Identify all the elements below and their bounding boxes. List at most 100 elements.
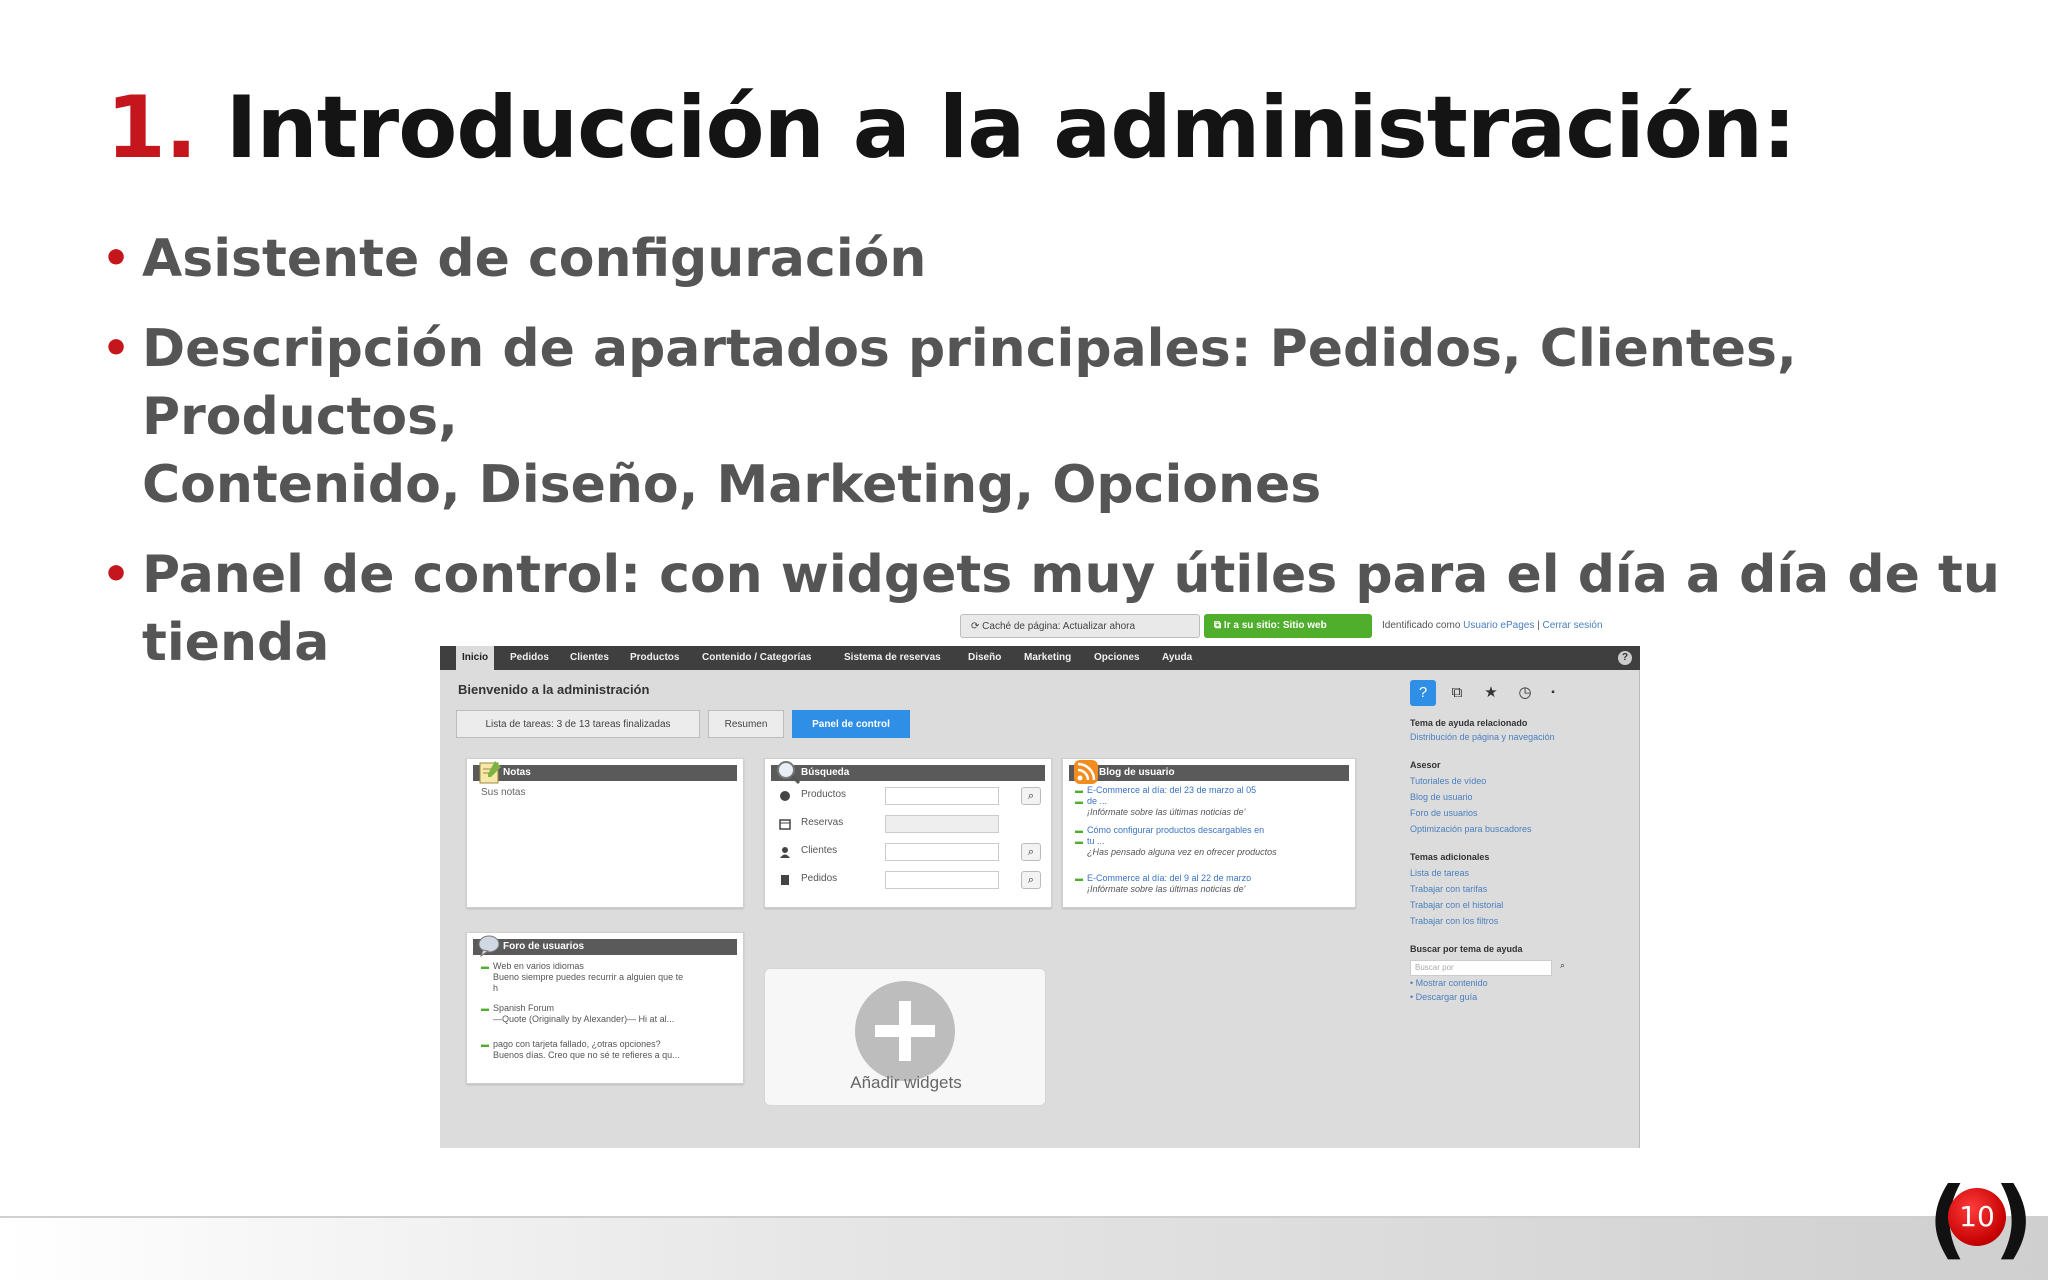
asesor-link[interactable]: Tutoriales de vídeo	[1410, 776, 1486, 786]
help-icon[interactable]: ?	[1618, 651, 1632, 665]
forum-item[interactable]: pago con tarjeta fallado, ¿otras opcione…	[481, 1039, 741, 1061]
search-customers-button[interactable]: ⌕	[1021, 843, 1041, 861]
forum-item-desc: —Quote (Originally by Alexander)— Hi at …	[493, 1014, 675, 1024]
extra-topic-link[interactable]: Trabajar con los filtros	[1410, 916, 1498, 926]
search-products-input[interactable]	[885, 787, 999, 805]
external-link-icon: ⧉	[1214, 620, 1224, 631]
blog-item-title-cont: de ...	[1075, 796, 1345, 807]
nav-item-contenido[interactable]: Contenido / Categorías	[702, 646, 811, 670]
search-row-label: Pedidos	[801, 873, 838, 884]
blog-item[interactable]: E-Commerce al día: del 9 al 22 de marzo …	[1075, 873, 1345, 895]
blog-title: Blog de usuario	[1099, 767, 1175, 778]
login-info: Identificado como Usuario ePages | Cerra…	[1382, 620, 1603, 631]
cache-refresh-button[interactable]: ⟳ Caché de página: Actualizar ahora	[960, 614, 1200, 638]
forum-item-title[interactable]: pago con tarjeta fallado, ¿otras opcione…	[481, 1039, 741, 1050]
nav-item-inicio[interactable]: Inicio	[456, 646, 495, 670]
forum-widget-header[interactable]: Foro de usuarios	[473, 935, 737, 958]
search-row-label: Clientes	[801, 845, 838, 856]
search-orders-input[interactable]	[885, 871, 999, 889]
search-icon[interactable]: ⌕	[1560, 960, 1565, 971]
slide-footer-bar	[0, 1216, 2048, 1280]
nav-item-pedidos[interactable]: Pedidos	[510, 646, 549, 670]
bullet-text-continued: Contenido, Diseño, Marketing, Opciones	[142, 455, 1322, 515]
extra-topic-link[interactable]: Lista de tareas	[1410, 868, 1469, 878]
search-reservations-input[interactable]	[885, 815, 999, 833]
plus-icon	[855, 981, 955, 1081]
search-row-orders: Pedidos ⌕	[775, 871, 1045, 889]
extra-topic-link[interactable]: Trabajar con tarifas	[1410, 884, 1487, 894]
logout-link[interactable]: Cerrar sesión	[1542, 620, 1602, 631]
forum-item-title[interactable]: Web en varios idiomas	[481, 961, 741, 972]
search-widget-header[interactable]: Búsqueda	[771, 761, 1045, 785]
blog-item-desc: ¿Has pensado alguna vez en ofrecer produ…	[1087, 847, 1277, 857]
add-widgets-label: Añadir widgets	[850, 1073, 962, 1092]
go-to-site-button[interactable]: ⧉ Ir a su sitio: Sitio web	[1204, 614, 1372, 638]
help-icon[interactable]: ?	[1410, 680, 1436, 706]
star-icon[interactable]: ★	[1478, 680, 1504, 706]
nav-item-diseno[interactable]: Diseño	[968, 646, 1001, 670]
forum-item-title[interactable]: Spanish Forum	[481, 1003, 741, 1014]
nav-item-clientes[interactable]: Clientes	[570, 646, 609, 670]
notes-widget: Notas Sus notas	[466, 758, 744, 908]
asesor-link[interactable]: Optimización para buscadores	[1410, 824, 1532, 834]
admin-screenshot: ⟳ Caché de página: Actualizar ahora ⧉ Ir…	[440, 608, 1640, 1148]
close-icon[interactable]: ▪	[1546, 680, 1560, 706]
extra-topic-link[interactable]: Trabajar con el historial	[1410, 900, 1503, 910]
asesor-link[interactable]: Foro de usuarios	[1410, 808, 1478, 818]
help-search-input[interactable]: Buscar por	[1410, 960, 1552, 976]
add-widgets-button[interactable]: Añadir widgets	[764, 968, 1046, 1106]
login-info-text: Identificado como	[1382, 620, 1461, 631]
refresh-icon: ⟳	[971, 621, 983, 632]
notes-body[interactable]: Sus notas	[481, 787, 525, 798]
document-icon	[781, 875, 789, 885]
magnifier-icon	[777, 761, 801, 785]
tab-dashboard[interactable]: Panel de control	[792, 710, 910, 738]
search-row-reservations: Reservas	[775, 815, 1045, 833]
nav-item-productos[interactable]: Productos	[630, 646, 679, 670]
search-row-label: Reservas	[801, 817, 844, 828]
related-topic-link[interactable]: Distribución de página y navegación	[1410, 732, 1555, 742]
nav-item-opciones[interactable]: Opciones	[1094, 646, 1140, 670]
copy-icon[interactable]: ⧉	[1444, 680, 1470, 706]
blog-item-title[interactable]: Cómo configurar productos descargables e…	[1075, 825, 1345, 836]
cache-refresh-label: Caché de página: Actualizar ahora	[982, 621, 1136, 632]
blog-item-title[interactable]: E-Commerce al día: del 23 de marzo al 05	[1075, 785, 1345, 796]
notes-widget-header[interactable]: Notas	[473, 761, 737, 784]
blog-widget-header[interactable]: Blog de usuario	[1069, 760, 1349, 784]
help-search-link[interactable]: • Mostrar contenido	[1410, 978, 1488, 988]
blog-item[interactable]: E-Commerce al día: del 23 de marzo al 05…	[1075, 785, 1345, 818]
slide-title-text: Introducción a la administración:	[225, 78, 1796, 178]
admin-body: Inicio Pedidos Clientes Productos Conten…	[440, 646, 1640, 1148]
chat-bubble-icon	[478, 935, 500, 958]
forum-item[interactable]: Web en varios idiomas Bueno siempre pued…	[481, 961, 741, 994]
blog-item-desc: ¡Infórmate sobre las últimas noticias de…	[1087, 884, 1246, 894]
forum-title: Foro de usuarios	[503, 941, 585, 952]
search-orders-button[interactable]: ⌕	[1021, 871, 1041, 889]
tab-task-list[interactable]: Lista de tareas: 3 de 13 tareas finaliza…	[456, 710, 700, 738]
go-to-site-label: Ir a su sitio: Sitio web	[1223, 620, 1327, 631]
blog-item[interactable]: Cómo configurar productos descargables e…	[1075, 825, 1345, 858]
blog-item-title[interactable]: E-Commerce al día: del 9 al 22 de marzo	[1075, 873, 1345, 884]
blog-item-desc: ¡Infórmate sobre las últimas noticias de…	[1087, 807, 1246, 817]
notes-title: Notas	[503, 767, 531, 778]
forum-item[interactable]: Spanish Forum —Quote (Originally by Alex…	[481, 1003, 741, 1025]
tab-summary[interactable]: Resumen	[708, 710, 784, 738]
forum-item-desc-cont: h	[493, 983, 499, 993]
welcome-heading: Bienvenido a la administración	[458, 682, 650, 697]
bullet-item: Asistente de configuración	[102, 225, 2002, 293]
bullet-text: Panel de control: con widgets muy útiles…	[142, 545, 2000, 605]
rss-icon	[1074, 760, 1098, 784]
bullet-item: Descripción de apartados principales: Pe…	[102, 315, 2002, 519]
help-search-link[interactable]: • Descargar guía	[1410, 992, 1477, 1002]
nav-item-marketing[interactable]: Marketing	[1024, 646, 1071, 670]
search-products-button[interactable]: ⌕	[1021, 787, 1041, 805]
search-customers-input[interactable]	[885, 843, 999, 861]
help-search-heading: Buscar por tema de ayuda	[1410, 944, 1523, 954]
user-link[interactable]: Usuario ePages	[1463, 620, 1534, 631]
clock-icon[interactable]: ◷	[1512, 680, 1538, 706]
nav-item-ayuda[interactable]: Ayuda	[1162, 646, 1192, 670]
forum-item-desc: Buenos días. Creo que no sé te refieres …	[493, 1050, 680, 1060]
nav-item-reservas[interactable]: Sistema de reservas	[844, 646, 941, 670]
search-row-customers: Clientes ⌕	[775, 843, 1045, 861]
asesor-link[interactable]: Blog de usuario	[1410, 792, 1473, 802]
